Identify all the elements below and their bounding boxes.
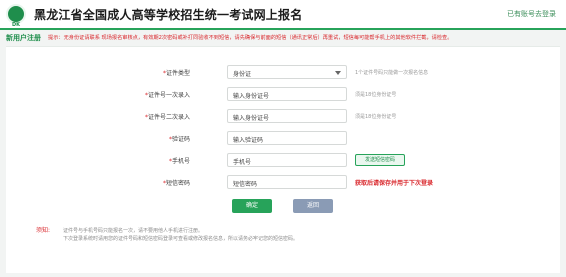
id-number-1-input[interactable]: 输入身份证号: [227, 87, 347, 101]
registration-form-panel: *证件类型 身份证 1个证件号码只能做一次报名信息 *证件号一次录入 输入身份证…: [6, 46, 560, 273]
logo-icon: [6, 4, 26, 24]
row-phone: *手机号 手机号 发送短信密码: [6, 153, 560, 167]
phone-input[interactable]: 手机号: [227, 153, 347, 167]
site-header: DK 黑龙江省全国成人高等学校招生统一考试网上报名 已有账号去登录: [0, 0, 566, 28]
login-link[interactable]: 已有账号去登录: [507, 9, 556, 19]
header-divider: [0, 28, 566, 30]
breadcrumb: 新用户注册: [6, 34, 41, 42]
id-number-1-hint: 须是18位身份证号: [355, 92, 397, 98]
captcha-label: *验证码: [168, 136, 190, 143]
confirm-button[interactable]: 确定: [232, 199, 272, 213]
row-captcha: *验证码 输入验证码: [6, 131, 560, 145]
back-button[interactable]: 返回: [293, 199, 333, 213]
sms-password-label: *短信密码: [162, 180, 190, 187]
id-number-2-label: *证件号二次录入: [144, 114, 190, 121]
send-sms-button[interactable]: 发送短信密码: [355, 154, 405, 166]
row-sms-password: *短信密码 短信密码 获取后请保存并用于下次登录: [6, 175, 560, 189]
id-type-select[interactable]: 身份证: [227, 65, 347, 79]
id-number-2-hint: 须是18位身份证号: [355, 114, 397, 120]
phone-label: *手机号: [168, 158, 190, 165]
id-type-label: *证件类型: [162, 70, 190, 77]
id-type-value: 身份证: [233, 71, 252, 78]
note-line: 下次登录系统时请用您的证件号码和短信密码登录可查看或修改报名信息，所以请务必牢记…: [63, 236, 299, 242]
id-number-1-label: *证件号一次录入: [144, 92, 190, 99]
row-id-type: *证件类型 身份证 1个证件号码只能做一次报名信息: [6, 65, 560, 79]
row-id-number-2: *证件号二次录入 输入身份证号 须是18位身份证号: [6, 109, 560, 123]
row-id-number-1: *证件号一次录入 输入身份证号 须是18位身份证号: [6, 87, 560, 101]
notice-text: 提示：无身份证请联系 现场报名审核点，有效期2次密码或补打同验收不到短信，请先确…: [48, 35, 453, 41]
id-number-2-input[interactable]: 输入身份证号: [227, 109, 347, 123]
id-type-hint: 1个证件号码只能做一次报名信息: [355, 70, 429, 76]
sms-password-hint: 获取后请保存并用于下次登录: [355, 180, 434, 187]
chevron-down-icon: [335, 71, 341, 75]
site-title: 黑龙江省全国成人高等学校招生统一考试网上报名: [34, 8, 303, 22]
sms-password-input[interactable]: 短信密码: [227, 175, 347, 189]
notes-label: 须知:: [36, 227, 51, 234]
captcha-input[interactable]: 输入验证码: [227, 131, 347, 145]
note-line: 证件号与手机号码只能报名一次，请不要用他人手机进行注册。: [63, 228, 204, 234]
